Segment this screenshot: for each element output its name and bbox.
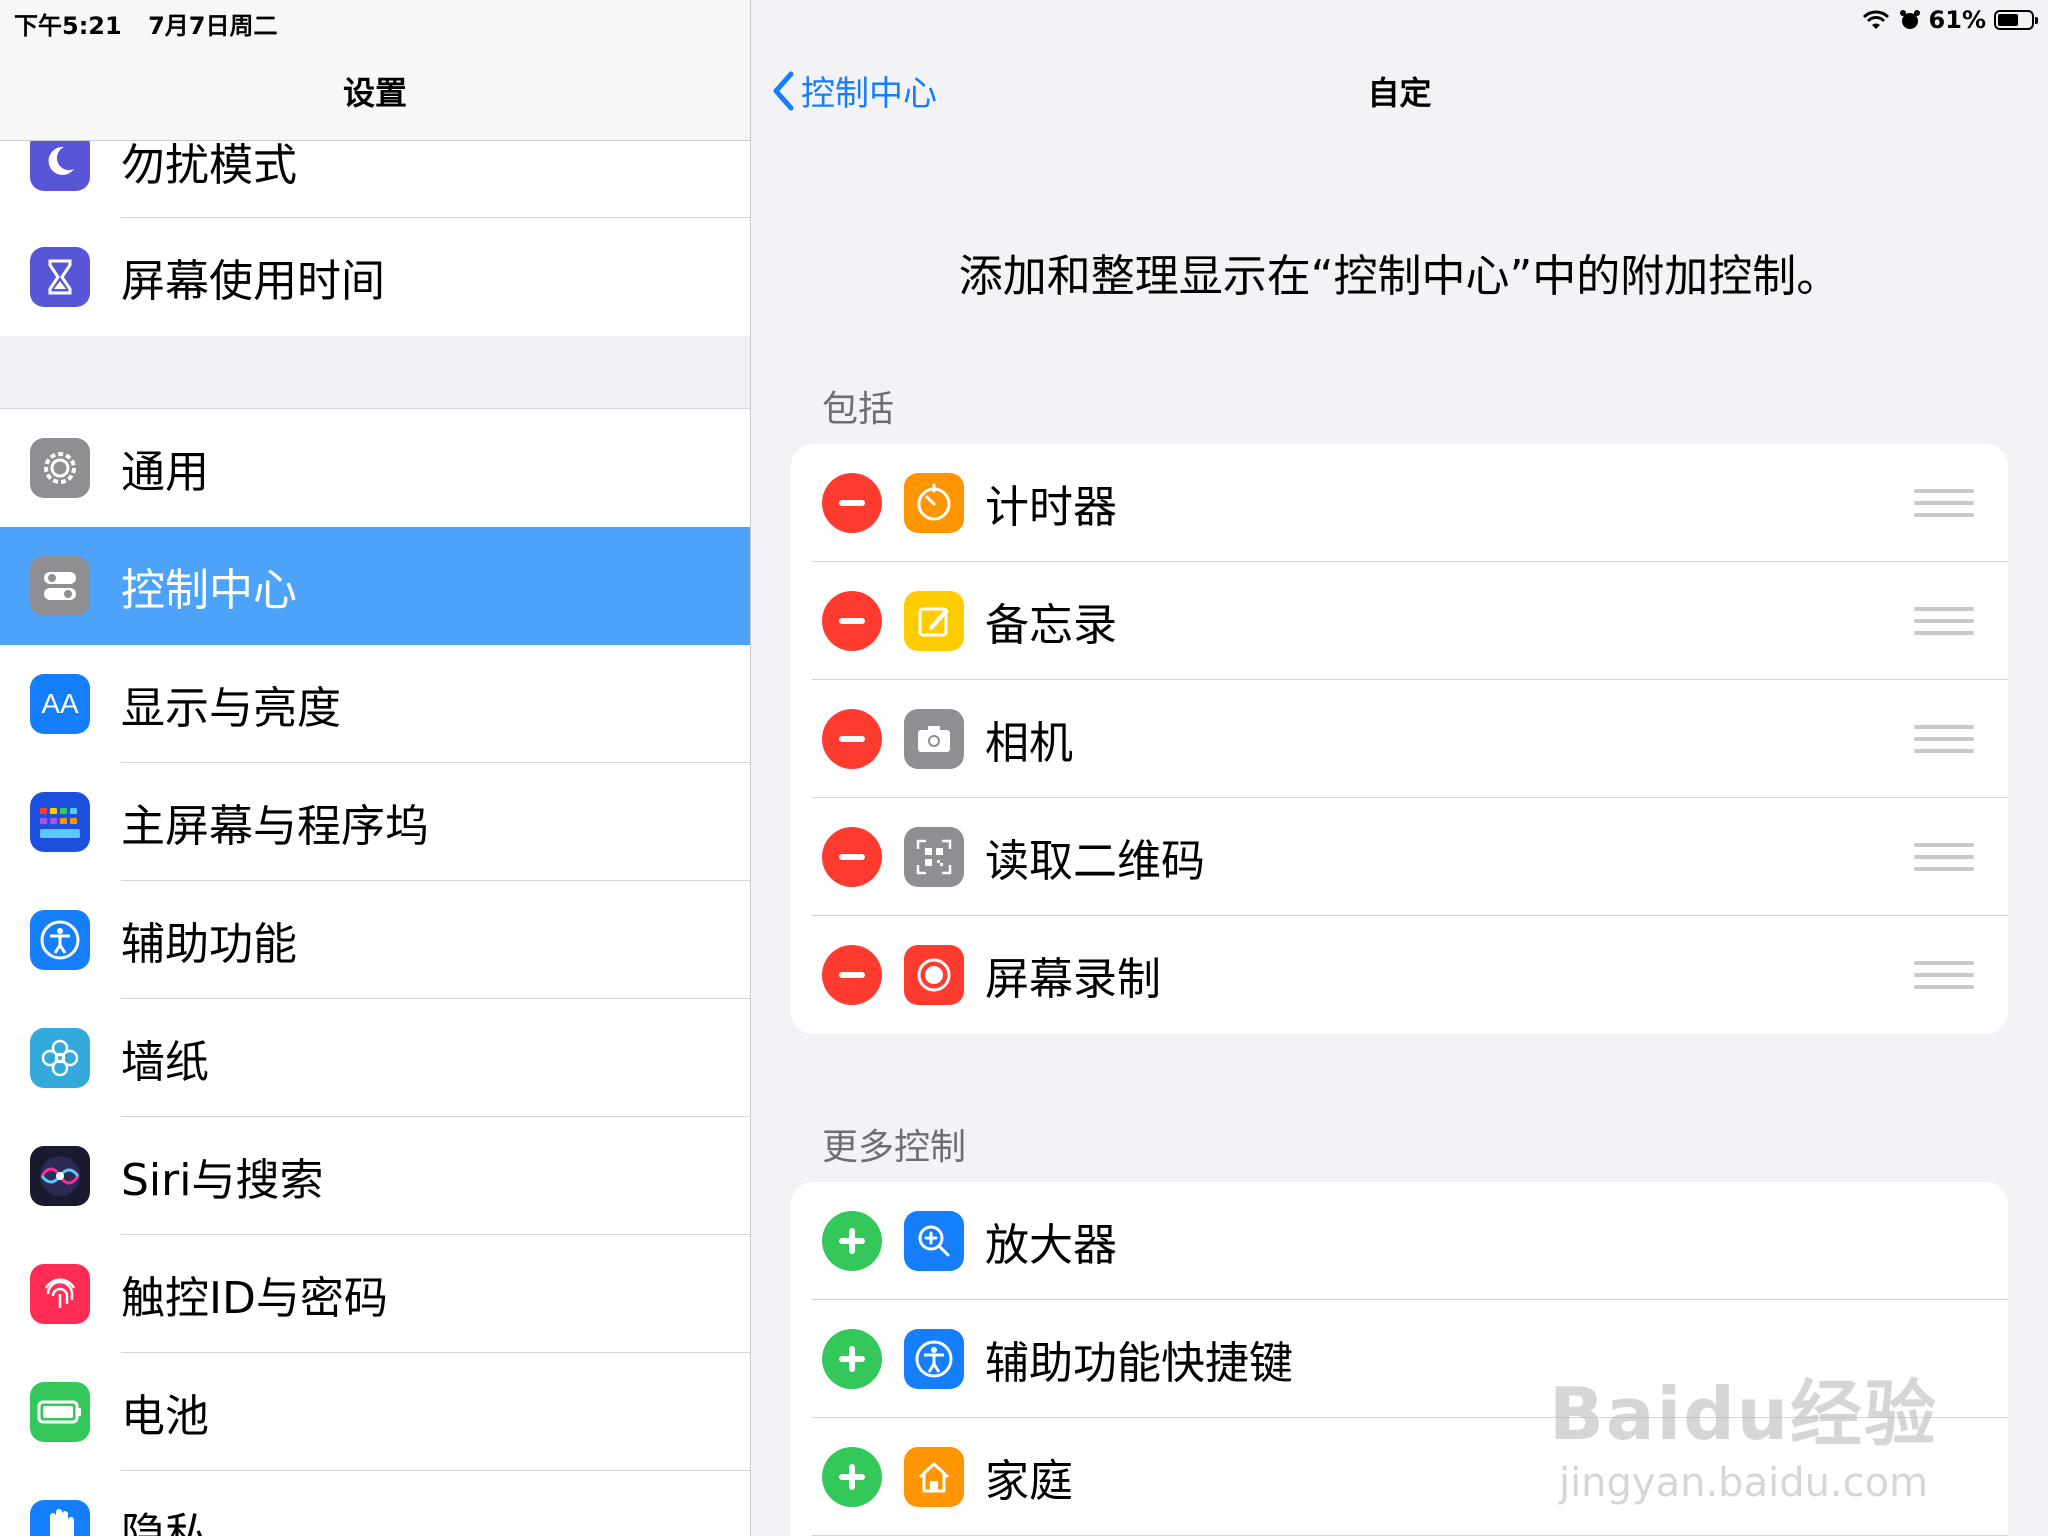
plus-icon xyxy=(839,1464,865,1490)
sidebar-item-label: 屏幕使用时间 xyxy=(121,256,385,307)
sidebar-item-siri-search[interactable]: Siri与搜索 xyxy=(0,1117,750,1235)
add-button[interactable] xyxy=(822,1211,882,1271)
sidebar-item-home-screen-dock[interactable]: 主屏幕与程序坞 xyxy=(0,763,750,881)
reorder-handle[interactable] xyxy=(1914,725,1974,753)
battery-percent: 61% xyxy=(1928,6,1986,34)
sidebar-item-accessibility[interactable]: 辅助功能 xyxy=(0,881,750,999)
status-date: 7月7日周二 xyxy=(148,12,278,40)
control-label: 放大器 xyxy=(985,1220,1117,1271)
sidebar-item-label: Siri与搜索 xyxy=(121,1155,324,1206)
reorder-handle[interactable] xyxy=(1914,607,1974,635)
fingerprint-icon xyxy=(30,1264,90,1324)
reorder-handle[interactable] xyxy=(1914,489,1974,517)
control-label: 屏幕录制 xyxy=(985,954,1161,1005)
included-control-row: 屏幕录制 xyxy=(791,916,2008,1034)
accessibility-icon xyxy=(30,910,90,970)
remove-button[interactable] xyxy=(822,473,882,533)
text-size-icon: AA xyxy=(30,674,90,734)
remove-button[interactable] xyxy=(822,945,882,1005)
minus-icon xyxy=(839,854,865,860)
customize-panel: 控制中心 自定 添加和整理显示在“控制中心”中的附加控制。 包括 计时器 备忘录 xyxy=(751,0,2048,1536)
hourglass-icon xyxy=(30,247,90,307)
sidebar-item-battery[interactable]: 电池 xyxy=(0,1353,750,1471)
page-title: 自定 xyxy=(1367,74,1432,112)
add-button[interactable] xyxy=(822,1329,882,1389)
sidebar-item-display-brightness[interactable]: AA 显示与亮度 xyxy=(0,645,750,763)
control-label: 备忘录 xyxy=(985,600,1117,651)
sidebar-item-label: 主屏幕与程序坞 xyxy=(121,801,429,852)
battery-indicator-icon xyxy=(1994,10,2038,30)
control-label: 读取二维码 xyxy=(985,836,1205,887)
notes-icon xyxy=(904,591,964,651)
sidebar-item-control-center[interactable]: 控制中心 xyxy=(0,527,750,645)
alarm-icon xyxy=(1899,10,1920,29)
sidebar-item-label: 隐私 xyxy=(121,1509,209,1536)
sidebar-item-label: 控制中心 xyxy=(121,565,297,616)
battery-level xyxy=(1998,14,2018,26)
wifi-icon xyxy=(1862,10,1889,29)
plus-icon xyxy=(839,1346,865,1372)
camera-icon xyxy=(904,709,964,769)
sidebar-item-label: 通用 xyxy=(121,447,209,498)
home-grid-icon xyxy=(30,792,90,852)
plus-icon xyxy=(839,1228,865,1254)
status-bar-left: 下午5:21 7月7日周二 xyxy=(14,6,295,41)
control-label: 计时器 xyxy=(985,482,1117,533)
more-control-row: 放大器 xyxy=(791,1182,2008,1300)
sidebar-item-touch-id-passcode[interactable]: 触控ID与密码 xyxy=(0,1235,750,1353)
sidebar-title: 设置 xyxy=(342,74,407,112)
gear-icon xyxy=(30,438,90,498)
magnifier-icon xyxy=(904,1211,964,1271)
sidebar-item-general[interactable]: 通用 xyxy=(0,409,750,527)
remove-button[interactable] xyxy=(822,709,882,769)
included-section-header: 包括 xyxy=(822,389,895,430)
add-button[interactable] xyxy=(822,1447,882,1507)
minus-icon xyxy=(839,972,865,978)
hand-icon xyxy=(30,1500,90,1536)
sidebar-group-2: 通用 控制中心 AA 显示与亮度 主屏幕与程序坞 辅助功能 墙纸 Siri与搜索… xyxy=(0,408,750,1536)
sidebar-item-label: 墙纸 xyxy=(121,1037,209,1088)
included-control-row: 读取二维码 xyxy=(791,798,2008,916)
qr-code-icon xyxy=(904,827,964,887)
status-time: 下午5:21 xyxy=(14,12,122,40)
reorder-handle[interactable] xyxy=(1914,843,1974,871)
battery-icon xyxy=(30,1382,90,1442)
screen-record-icon xyxy=(904,945,964,1005)
remove-button[interactable] xyxy=(822,591,882,651)
minus-icon xyxy=(839,500,865,506)
sidebar-item-wallpaper[interactable]: 墙纸 xyxy=(0,999,750,1117)
home-icon xyxy=(904,1447,964,1507)
minus-icon xyxy=(839,736,865,742)
siri-icon xyxy=(30,1146,90,1206)
reorder-handle[interactable] xyxy=(1914,961,1974,989)
page-description: 添加和整理显示在“控制中心”中的附加控制。 xyxy=(958,251,1841,302)
minus-icon xyxy=(839,618,865,624)
accessibility-icon xyxy=(904,1329,964,1389)
sidebar-item-label: 电池 xyxy=(121,1391,209,1442)
timer-icon xyxy=(904,473,964,533)
baidu-watermark: Baidu经验 jingyan.baidu.com xyxy=(1549,1355,1938,1506)
remove-button[interactable] xyxy=(822,827,882,887)
sidebar-item-screen-time[interactable]: 屏幕使用时间 xyxy=(0,218,750,336)
sidebar-item-label: 触控ID与密码 xyxy=(121,1273,388,1324)
sidebar-item-label: 辅助功能 xyxy=(121,919,297,970)
watermark-url: jingyan.baidu.com xyxy=(1558,1460,1929,1506)
settings-sidebar: 设置 勿扰模式 屏幕使用时间 通用 控制中心 AA 显示与亮度 主屏幕与程序坞 … xyxy=(0,0,751,1536)
included-control-row: 相机 xyxy=(791,680,2008,798)
sidebar-item-privacy[interactable]: 隐私 xyxy=(0,1471,750,1536)
status-bar-right: 61% xyxy=(1861,6,2038,34)
included-controls-list: 计时器 备忘录 相机 读取二维码 屏幕录制 xyxy=(791,444,2008,1034)
watermark-brand: Baidu经验 xyxy=(1549,1372,1938,1456)
more-controls-section-header: 更多控制 xyxy=(822,1127,967,1168)
flower-icon xyxy=(30,1028,90,1088)
control-label: 相机 xyxy=(985,718,1073,769)
sidebar-item-label: 显示与亮度 xyxy=(121,683,341,734)
included-control-row: 备忘录 xyxy=(791,562,2008,680)
toggles-icon xyxy=(30,556,90,616)
included-control-row: 计时器 xyxy=(791,444,2008,562)
